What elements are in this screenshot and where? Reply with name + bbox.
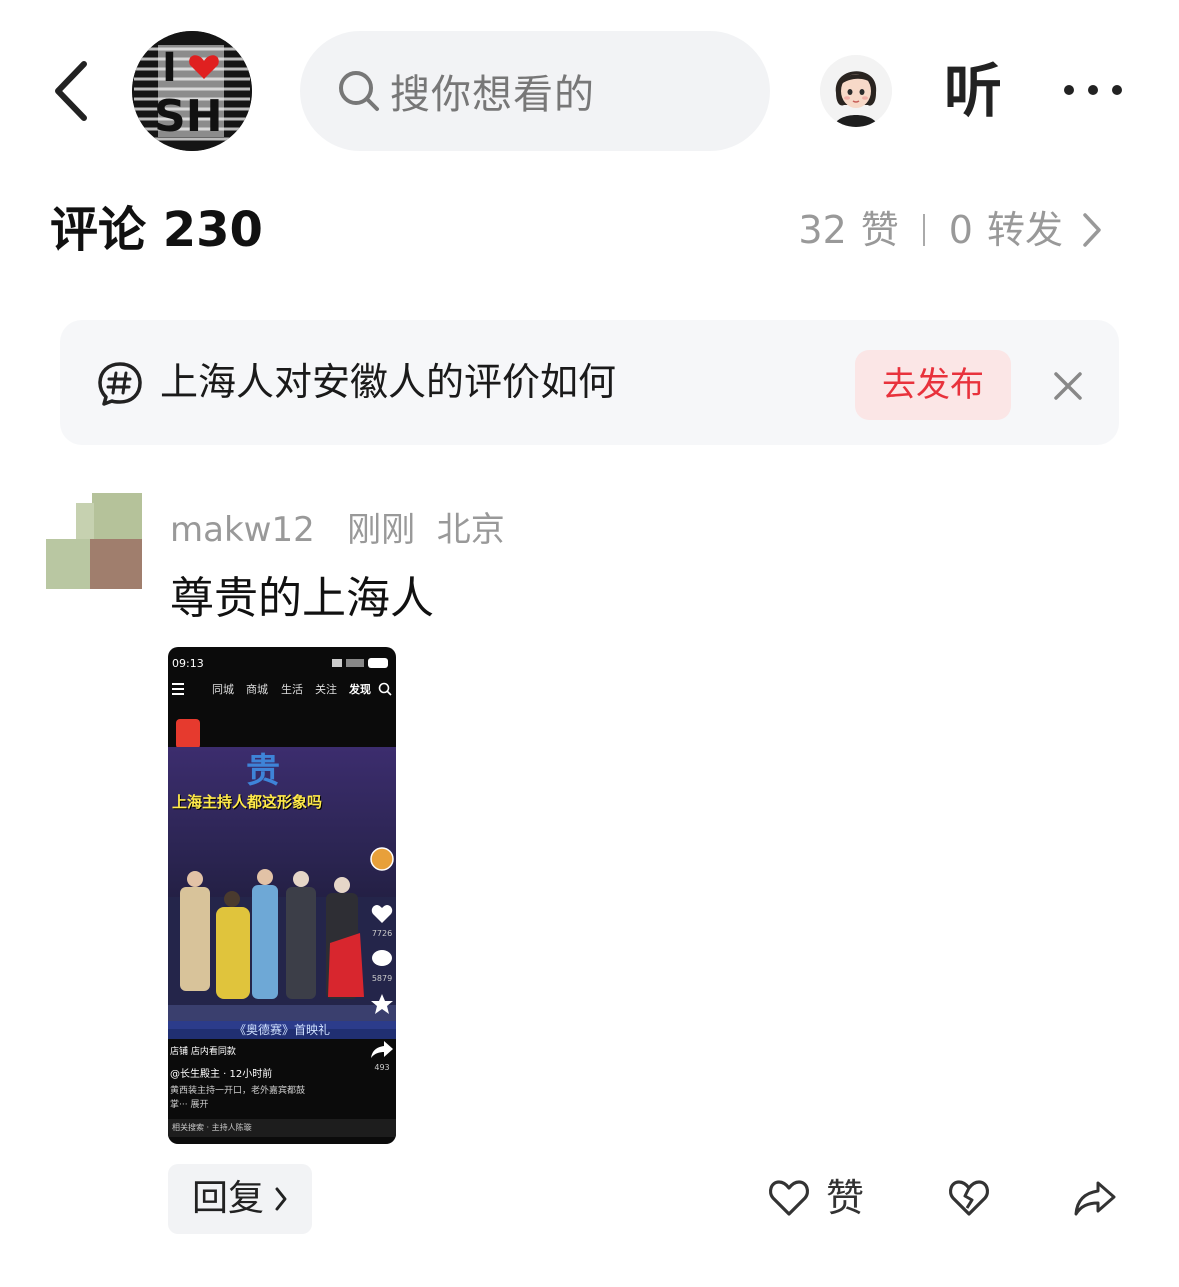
svg-text:I: I <box>162 45 177 91</box>
shot-comment-icon <box>372 950 392 966</box>
user-avatar[interactable] <box>820 55 892 127</box>
share-icon[interactable] <box>1072 1177 1118 1219</box>
search-input[interactable]: 搜你想看的 <box>300 31 770 151</box>
more-button[interactable] <box>1060 76 1126 104</box>
shot-tab: 生活 <box>281 683 303 696</box>
commenter-avatar[interactable] <box>46 493 142 589</box>
search-icon <box>339 71 379 111</box>
battery-icon <box>332 658 388 668</box>
likes-reposts-link[interactable]: 32 赞 0 转发 <box>798 204 1103 256</box>
shot-related-search: 相关搜索 · 主持人陈璇 <box>168 1119 396 1137</box>
i-love-sh-logo: I SH <box>132 31 252 151</box>
shot-tabs: 同城 商城 生活 关注 发现 <box>168 681 396 701</box>
comment-meta: makw12 刚刚 北京 <box>170 508 505 552</box>
stage-people-illustration <box>168 869 396 1029</box>
shot-heart-icon <box>371 905 393 923</box>
shot-search-icon <box>378 682 392 696</box>
menu-icon <box>172 683 184 695</box>
shot-shop-label: 店铺 店内看同款 <box>170 1047 236 1057</box>
commenter-avatar-image <box>46 493 142 589</box>
shot-video-frame <box>168 747 396 1029</box>
comment-username[interactable]: makw12 <box>170 510 315 550</box>
shot-caption: 《奥德赛》首映礼 <box>168 1021 396 1039</box>
shot-star-icon <box>371 994 393 1014</box>
shot-share-count: 493 <box>374 1063 390 1072</box>
listen-button[interactable]: 听 <box>944 58 1002 124</box>
back-button[interactable] <box>44 56 100 126</box>
shot-description-more: 掌··· 展开 <box>170 1100 209 1110</box>
likes-label: 赞 <box>860 208 899 252</box>
reply-button[interactable]: 回复 <box>168 1164 312 1234</box>
comment-text: 尊贵的上海人 <box>170 573 434 624</box>
shot-description: 黄西装主持一开口，老外嘉宾都鼓 <box>170 1086 306 1096</box>
shot-tab: 发现 <box>349 683 371 696</box>
heart-icon[interactable] <box>768 1178 810 1218</box>
search-placeholder: 搜你想看的 <box>390 72 595 118</box>
shot-tab: 同城 <box>212 683 234 696</box>
publish-button[interactable]: 去发布 <box>855 350 1011 420</box>
hashtag-bubble-icon <box>98 362 142 406</box>
chevron-right-icon <box>275 1187 287 1211</box>
likes-count: 32 <box>798 208 847 252</box>
shot-author: @长生殿主 · 12小时前 <box>170 1069 273 1080</box>
svg-text:SH: SH <box>154 91 223 142</box>
topic-suggestion-bar[interactable]: 上海人对安徽人的评价如何 去发布 <box>60 320 1119 445</box>
close-icon[interactable] <box>1050 368 1086 404</box>
chevron-right-icon <box>1083 213 1101 247</box>
topic-text: 上海人对安徽人的评价如何 <box>160 360 617 404</box>
shot-comment-count: 5879 <box>371 974 393 983</box>
like-label[interactable]: 赞 <box>826 1174 864 1222</box>
comments-count-title: 评论 230 <box>50 202 263 258</box>
red-packet-icon <box>176 719 200 749</box>
cartoon-girl-avatar-icon <box>820 55 892 127</box>
shot-creator-avatar-icon <box>370 847 394 871</box>
shot-like-count: 7726 <box>371 929 393 938</box>
shot-headline: 上海主持人都这形象吗 <box>172 793 323 811</box>
comment-location: 北京 <box>436 510 505 550</box>
shot-status-time: 09:13 <box>172 657 204 670</box>
broken-heart-icon[interactable] <box>948 1178 990 1218</box>
stats-divider <box>922 214 925 246</box>
reposts-label: 转发 <box>986 208 1063 252</box>
reply-label: 回复 <box>192 1178 265 1219</box>
reposts-count: 0 <box>948 208 973 252</box>
shot-tab: 商城 <box>246 683 268 696</box>
comment-time: 刚刚 <box>347 510 416 550</box>
comment-image[interactable]: 09:13 同城 商城 生活 关注 发现 贵 上海主持人都这形象吗 7726 5… <box>168 647 396 1144</box>
account-avatar[interactable]: I SH <box>132 31 252 151</box>
shot-tab: 关注 <box>315 683 337 696</box>
shot-share-icon <box>371 1041 393 1058</box>
more-horizontal-icon <box>1064 85 1122 95</box>
shot-big-char: 贵 <box>246 751 280 791</box>
chevron-left-icon <box>55 61 87 121</box>
